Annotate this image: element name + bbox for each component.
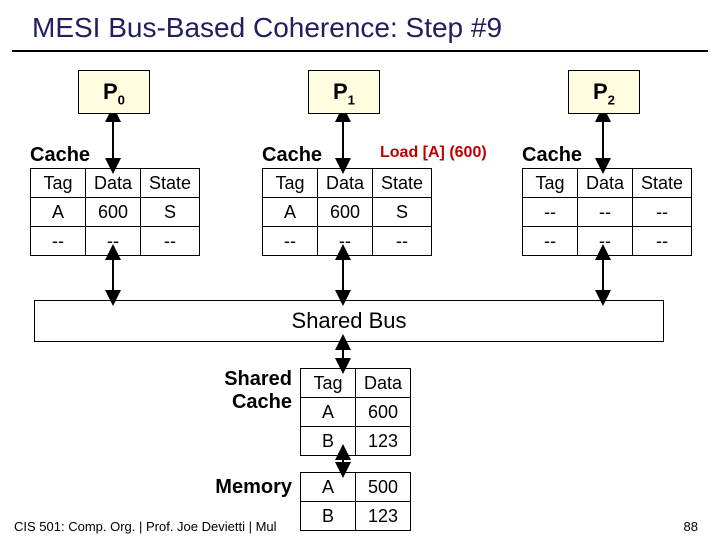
page-title: MESI Bus-Based Coherence: Step #9 — [12, 0, 708, 52]
cache2-table: TagDataState ------ ------ — [522, 168, 692, 256]
memory-label: Memory — [200, 476, 292, 499]
cache0-label: Cache — [30, 144, 90, 167]
shared-bus: Shared Bus — [34, 300, 664, 342]
load-annotation: Load [A] (600) — [380, 144, 487, 162]
cache2-label: Cache — [522, 144, 582, 167]
processor-p0: P0 — [78, 70, 150, 114]
processor-p1: P1 — [308, 70, 380, 114]
shared-cache-label: SharedCache — [210, 368, 292, 414]
cache1-table: TagDataState A600S ------ — [262, 168, 432, 256]
footer-text: CIS 501: Comp. Org. | Prof. Joe Devietti… — [14, 519, 277, 534]
memory-table: A500 B123 — [300, 472, 411, 531]
diagram-stage: P0 P1 P2 Load [A] (600) Cache Cache Cach… — [0, 52, 720, 512]
shared-cache-table: TagData A600 B123 — [300, 368, 411, 456]
processor-p2: P2 — [568, 70, 640, 114]
page-number: 88 — [684, 519, 698, 534]
cache1-label: Cache — [262, 144, 322, 167]
cache0-table: TagDataState A600S ------ — [30, 168, 200, 256]
